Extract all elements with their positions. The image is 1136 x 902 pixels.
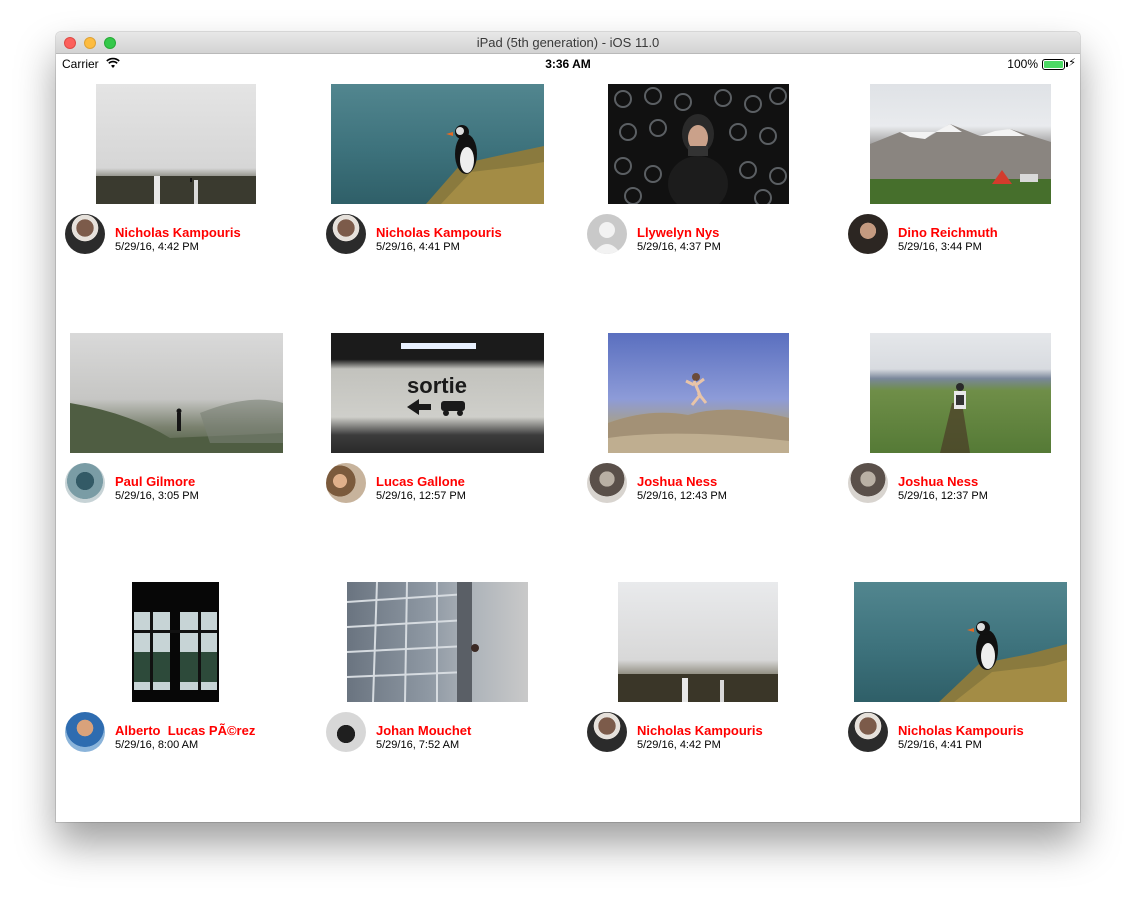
post-photo[interactable] (870, 333, 1051, 453)
post-date: 5/29/16, 4:42 PM (115, 241, 199, 253)
post-photo[interactable] (96, 84, 256, 204)
author-name[interactable]: Johan Mouchet (376, 723, 471, 738)
svg-text:sortie: sortie (407, 373, 467, 398)
grid-item[interactable]: Dino Reichmuth 5/29/16, 3:44 PM (839, 74, 1080, 323)
author-name[interactable]: Alberto Lucas PÃ©rez (115, 723, 255, 738)
battery-fill (1044, 61, 1063, 68)
post-photo[interactable] (132, 582, 219, 702)
post-photo[interactable] (331, 84, 544, 204)
post-date: 5/29/16, 4:42 PM (637, 739, 721, 751)
author-name[interactable]: Dino Reichmuth (898, 225, 998, 240)
post-photo[interactable]: sortie (331, 333, 544, 453)
default-avatar-icon (593, 222, 621, 254)
grid-item[interactable]: Nicholas Kampouris 5/29/16, 4:41 PM (317, 74, 578, 323)
post-photo[interactable] (70, 333, 283, 453)
grid-item[interactable]: Alberto Lucas PÃ©rez 5/29/16, 8:00 AM (56, 572, 317, 821)
author-name[interactable]: Nicholas Kampouris (115, 225, 241, 240)
battery-percent: 100% (1007, 57, 1038, 71)
post-date: 5/29/16, 12:43 PM (637, 490, 727, 502)
post-photo[interactable] (347, 582, 528, 702)
author-avatar[interactable] (65, 463, 105, 503)
post-date: 5/29/16, 4:37 PM (637, 241, 721, 253)
author-name[interactable]: Llywelyn Nys (637, 225, 719, 240)
grid-item[interactable]: sortie Lucas Gallone 5/29/16, 12:57 PM (317, 323, 578, 572)
post-date: 5/29/16, 3:05 PM (115, 490, 199, 502)
author-avatar[interactable] (848, 712, 888, 752)
author-name[interactable]: Joshua Ness (898, 474, 978, 489)
post-date: 5/29/16, 12:57 PM (376, 490, 466, 502)
grid-item[interactable]: Johan Mouchet 5/29/16, 7:52 AM (317, 572, 578, 821)
author-avatar[interactable] (65, 712, 105, 752)
woman-photo (614, 87, 787, 204)
grid-item[interactable]: Joshua Ness 5/29/16, 12:37 PM (839, 323, 1080, 572)
author-avatar[interactable] (326, 712, 366, 752)
post-photo[interactable] (870, 84, 1051, 204)
window-titlebar: iPad (5th generation) - iOS 11.0 (56, 32, 1080, 54)
charging-bolt-icon: ⚡ (1068, 57, 1076, 69)
field-hiker-photo (940, 383, 970, 453)
post-date: 5/29/16, 8:00 AM (115, 739, 199, 751)
photo-grid: Nicholas Kampouris 5/29/16, 4:42 PM Nich… (56, 74, 1080, 822)
post-photo[interactable] (608, 333, 789, 453)
author-name[interactable]: Nicholas Kampouris (898, 723, 1024, 738)
status-time: 3:36 AM (545, 57, 591, 71)
author-avatar[interactable] (326, 463, 366, 503)
post-photo[interactable] (854, 582, 1067, 702)
window-view-photo (134, 612, 217, 690)
simulator-window: iPad (5th generation) - iOS 11.0 Carrier… (56, 32, 1080, 822)
author-name[interactable]: Nicholas Kampouris (376, 225, 502, 240)
post-date: 5/29/16, 3:44 PM (898, 241, 982, 253)
fog-waterfall-photo (618, 674, 778, 702)
fog-waterfall-photo (96, 176, 256, 204)
post-photo[interactable] (618, 582, 778, 702)
jumping-person-photo (608, 373, 789, 453)
fog-hill-photo (70, 399, 283, 453)
battery-icon (1042, 59, 1065, 70)
sortie-sign-photo: sortie (401, 343, 476, 416)
post-date: 5/29/16, 4:41 PM (898, 739, 982, 751)
post-date: 5/29/16, 4:41 PM (376, 241, 460, 253)
author-avatar[interactable] (848, 214, 888, 254)
post-photo[interactable] (608, 84, 789, 204)
grid-item[interactable]: Nicholas Kampouris 5/29/16, 4:41 PM (839, 572, 1080, 821)
grid-item[interactable]: Paul Gilmore 5/29/16, 3:05 PM (56, 323, 317, 572)
grid-item[interactable]: Nicholas Kampouris 5/29/16, 4:42 PM (578, 572, 839, 821)
window-title: iPad (5th generation) - iOS 11.0 (476, 35, 660, 50)
grid-item[interactable]: Joshua Ness 5/29/16, 12:43 PM (578, 323, 839, 572)
author-name[interactable]: Lucas Gallone (376, 474, 465, 489)
author-name[interactable]: Paul Gilmore (115, 474, 195, 489)
author-avatar[interactable] (587, 214, 627, 254)
ios-status-bar: Carrier 3:36 AM 100% ⚡ (56, 54, 1080, 74)
author-avatar[interactable] (587, 712, 627, 752)
author-avatar[interactable] (587, 463, 627, 503)
post-date: 5/29/16, 7:52 AM (376, 739, 460, 751)
grid-item[interactable]: Nicholas Kampouris 5/29/16, 4:42 PM (56, 74, 317, 323)
post-date: 5/29/16, 12:37 PM (898, 490, 988, 502)
grid-item[interactable]: Llywelyn Nys 5/29/16, 4:37 PM (578, 74, 839, 323)
author-avatar[interactable] (65, 214, 105, 254)
mountain-camp-photo (870, 124, 1051, 204)
glass-building-photo (347, 582, 479, 702)
author-name[interactable]: Joshua Ness (637, 474, 717, 489)
puffin-photo (426, 125, 544, 204)
puffin-photo (939, 621, 1067, 702)
author-name[interactable]: Nicholas Kampouris (637, 723, 763, 738)
author-avatar[interactable] (848, 463, 888, 503)
author-avatar[interactable] (326, 214, 366, 254)
